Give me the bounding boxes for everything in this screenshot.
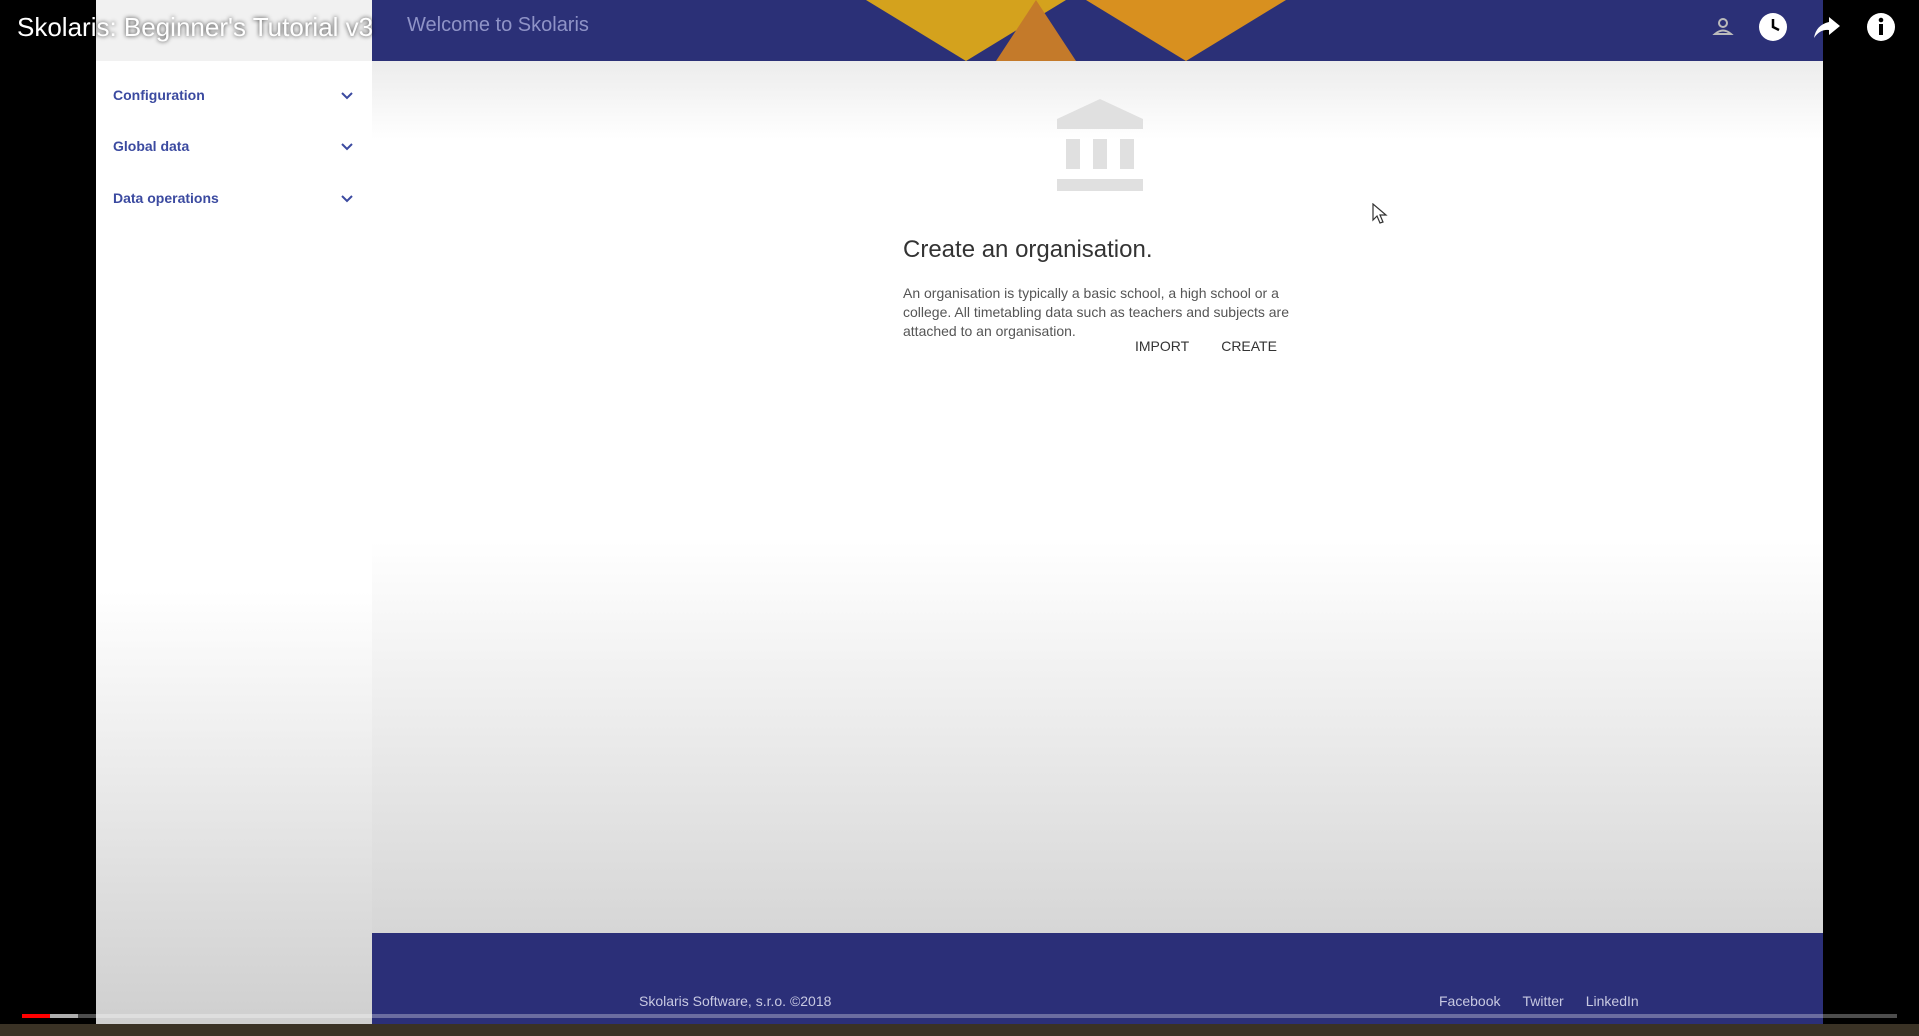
video-progress-bar[interactable] [22, 1014, 1897, 1018]
sidebar-item-global-data[interactable]: Global data [96, 121, 372, 171]
twitter-link[interactable]: Twitter [1522, 993, 1563, 1009]
video-bottom-strip [0, 1024, 1919, 1036]
progress-played [22, 1014, 51, 1018]
footer-copyright: Skolaris Software, s.r.o. ©2018 [639, 993, 832, 1009]
sidebar-item-data-operations[interactable]: Data operations [96, 173, 372, 223]
header-decoration [1086, 0, 1286, 61]
sidebar: Configuration Global data Data operation… [96, 61, 373, 1024]
chevron-down-icon [341, 195, 353, 203]
watch-later-icon[interactable] [1758, 12, 1788, 42]
mouse-cursor-icon [1372, 203, 1388, 224]
sidebar-item-configuration[interactable]: Configuration [96, 70, 372, 120]
sidebar-item-label: Global data [113, 138, 190, 154]
facebook-link[interactable]: Facebook [1439, 993, 1500, 1009]
header-decoration [996, 0, 1076, 61]
account-icon[interactable] [1708, 12, 1738, 42]
card-description: An organisation is typically a basic sch… [903, 285, 1290, 339]
page-heading: Welcome to Skolaris [407, 14, 589, 36]
import-button[interactable]: IMPORT [1135, 338, 1189, 354]
footer-links: Facebook Twitter LinkedIn [1439, 993, 1639, 1009]
sidebar-item-label: Data operations [113, 190, 219, 206]
institution-icon [1057, 99, 1143, 191]
chevron-down-icon [341, 92, 353, 100]
info-icon[interactable] [1866, 12, 1896, 42]
create-button[interactable]: CREATE [1221, 338, 1277, 354]
sidebar-item-label: Configuration [113, 87, 205, 103]
card-actions: IMPORT CREATE [1135, 338, 1277, 354]
linkedin-link[interactable]: LinkedIn [1586, 993, 1639, 1009]
share-icon[interactable] [1812, 12, 1842, 42]
app-frame: Welcome to Skolaris Configuration Global… [96, 0, 1823, 1024]
chevron-down-icon [341, 143, 353, 151]
main-content: Create an organisation. An organisation … [372, 61, 1823, 933]
video-title[interactable]: Skolaris: Beginner's Tutorial v3 [17, 12, 373, 43]
app-footer: Skolaris Software, s.r.o. ©2018 Facebook… [372, 933, 1823, 1024]
card-title: Create an organisation. [903, 236, 1153, 263]
